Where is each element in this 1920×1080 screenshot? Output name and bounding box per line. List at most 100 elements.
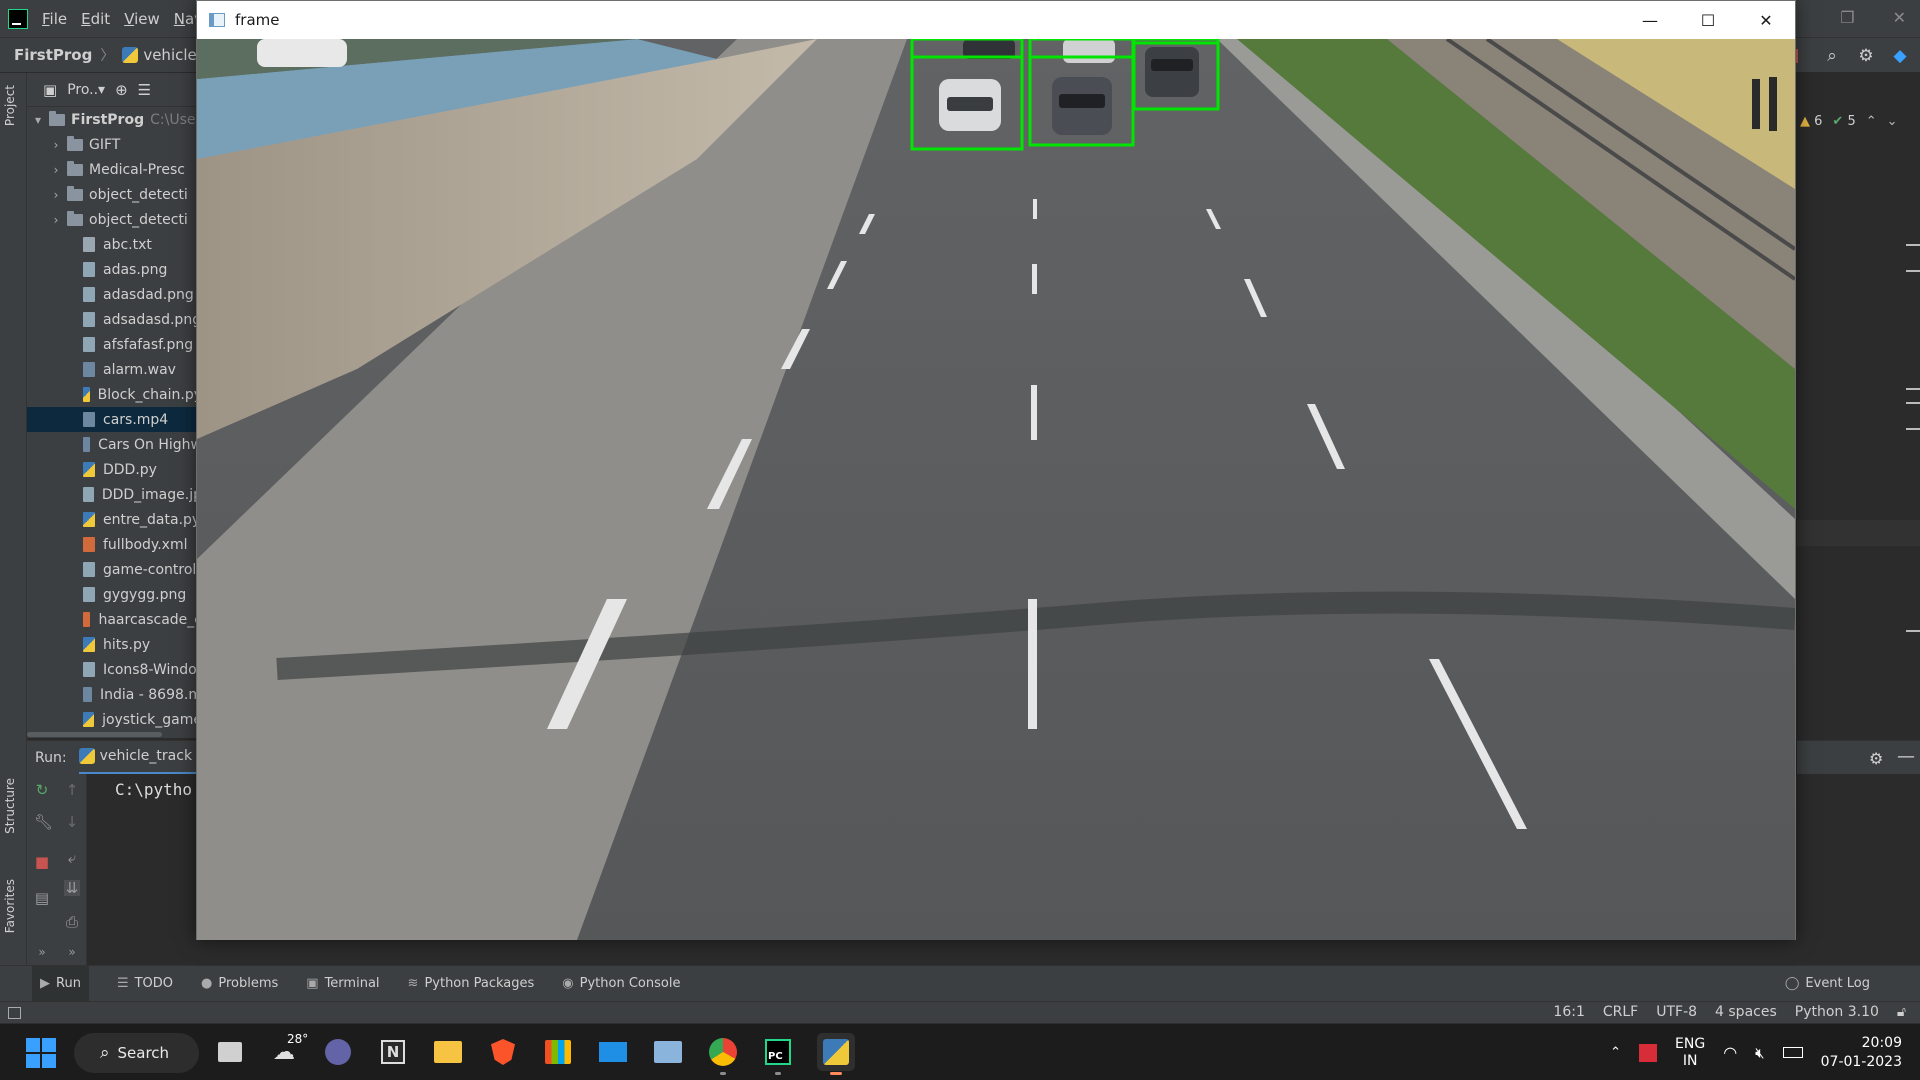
tree-folder[interactable]: › object_detecti	[27, 207, 202, 232]
tree-file[interactable]: abc.txt	[27, 232, 202, 257]
expanded-chevron-icon[interactable]: ▾	[31, 113, 45, 127]
caret-position[interactable]: 16:1	[1553, 1004, 1584, 1020]
windows-start-icon[interactable]	[26, 1038, 56, 1068]
ms-store-icon[interactable]	[542, 1036, 574, 1068]
soft-wrap-icon[interactable]: ⤶	[64, 850, 80, 866]
breadcrumb-project[interactable]: FirstProg	[14, 46, 92, 64]
battery-icon[interactable]	[1782, 1047, 1803, 1058]
line-separator[interactable]: CRLF	[1603, 1004, 1638, 1020]
wifi-icon[interactable]: ◠	[1723, 1043, 1737, 1062]
lock-icon[interactable]: 🔓︎	[1897, 1004, 1906, 1020]
python-interpreter[interactable]: Python 3.10	[1795, 1004, 1879, 1020]
wrench-icon[interactable]: 🔧︎	[34, 814, 53, 830]
print-icon[interactable]: ⎙	[64, 914, 80, 930]
photos-icon[interactable]	[652, 1036, 684, 1068]
tool-python-packages-tab[interactable]: ≋ Python Packages	[408, 966, 535, 1002]
menu-file[interactable]: File	[42, 10, 67, 28]
taskbar-search-button[interactable]: ⌕ Search	[74, 1033, 199, 1073]
tree-file[interactable]: adas.png	[27, 257, 202, 282]
pycharm-taskbar-icon[interactable]: PC	[762, 1036, 794, 1068]
tool-run-tab[interactable]: ▶ Run	[32, 965, 89, 1002]
hide-panel-icon[interactable]: —	[1897, 746, 1915, 767]
tree-file[interactable]: fullbody.xml	[27, 532, 202, 557]
chevron-right-icon[interactable]: ›	[49, 163, 63, 177]
collapse-all-icon[interactable]: ☰	[138, 81, 151, 99]
clock[interactable]: 20:09 07-01-2023	[1821, 1034, 1902, 1072]
tree-file[interactable]: Icons8-Windo	[27, 657, 202, 682]
stop-icon[interactable]: ■	[34, 854, 50, 870]
tree-file[interactable]: Block_chain.py	[27, 382, 202, 407]
tree-file[interactable]: adasdad.png	[27, 282, 202, 307]
project-horizontal-scrollbar[interactable]	[27, 730, 202, 738]
brave-browser-icon[interactable]	[487, 1036, 519, 1068]
tree-file[interactable]: cars.mp4	[27, 407, 202, 432]
tree-file[interactable]: joystick_game	[27, 707, 202, 732]
stripe-mark[interactable]	[1906, 402, 1920, 404]
frame-title-bar[interactable]: frame — ☐ ✕	[197, 1, 1795, 39]
tree-folder[interactable]: › GIFT	[27, 132, 202, 157]
run-settings-gear-icon[interactable]: ⚙	[1869, 749, 1883, 768]
run-config-tab[interactable]: vehicle_track	[78, 741, 203, 775]
chevron-down-icon[interactable]: ⌄	[1887, 114, 1898, 129]
menu-view[interactable]: View	[124, 10, 160, 28]
maximize-icon[interactable]: ☐	[1679, 1, 1737, 39]
chevron-up-icon[interactable]: ⌃	[1866, 114, 1877, 129]
tree-file[interactable]: game-control	[27, 557, 202, 582]
chevron-right-icon[interactable]: ›	[49, 213, 63, 227]
app-tray-icon[interactable]	[1639, 1043, 1658, 1062]
tree-file[interactable]: hits.py	[27, 632, 202, 657]
menu-edit[interactable]: Edit	[81, 10, 110, 28]
favorites-vertical-tab[interactable]: Favorites	[3, 879, 17, 933]
input-language-indicator[interactable]: ENG IN	[1675, 1036, 1705, 1070]
tree-file[interactable]: entre_data.py	[27, 507, 202, 532]
warning-counter[interactable]: ▲ 6	[1800, 114, 1822, 129]
scroll-down-icon[interactable]: ↓	[64, 814, 80, 830]
tree-file[interactable]: haarcascade_c	[27, 607, 202, 632]
tree-file[interactable]: India - 8698.m	[27, 682, 202, 707]
tool-python-console-tab[interactable]: ◉ Python Console	[562, 966, 680, 1002]
inspection-widget[interactable]: ▲ 6 ✔ 5 ⌃ ⌄	[1800, 114, 1898, 129]
rerun-icon[interactable]: ↻	[34, 782, 50, 798]
toggle-tool-windows-icon[interactable]	[8, 1006, 21, 1019]
tree-folder[interactable]: › Medical-Presc	[27, 157, 202, 182]
task-view-icon[interactable]	[214, 1036, 246, 1068]
teams-chat-icon[interactable]	[322, 1036, 354, 1068]
tree-file[interactable]: adsadasd.png	[27, 307, 202, 332]
scroll-up-icon[interactable]: ↑	[64, 782, 80, 798]
stripe-mark[interactable]	[1906, 428, 1920, 430]
locate-file-icon[interactable]: ⊕	[115, 81, 128, 99]
tree-file[interactable]: Cars On Highw	[27, 432, 202, 457]
indent-setting[interactable]: 4 spaces	[1715, 1004, 1777, 1020]
event-log-button[interactable]: ◯ Event Log	[1785, 976, 1870, 991]
stripe-mark[interactable]	[1906, 270, 1920, 272]
tree-folder[interactable]: › object_detecti	[27, 182, 202, 207]
stripe-mark[interactable]	[1906, 630, 1920, 632]
tree-file[interactable]: gygygg.png	[27, 582, 202, 607]
speaker-muted-icon[interactable]: 🔇︎	[1755, 1044, 1764, 1062]
file-explorer-icon[interactable]	[432, 1036, 464, 1068]
python-taskbar-icon[interactable]	[817, 1033, 855, 1071]
stripe-mark[interactable]	[1906, 388, 1920, 390]
settings-gear-icon[interactable]: ⚙	[1856, 46, 1876, 66]
chrome-icon[interactable]	[707, 1036, 739, 1068]
tree-file[interactable]: DDD.py	[27, 457, 202, 482]
plugin-logo-icon[interactable]: ◆	[1890, 46, 1910, 66]
file-encoding[interactable]: UTF-8	[1656, 1004, 1697, 1020]
tree-file[interactable]: alarm.wav	[27, 357, 202, 382]
tree-root[interactable]: ▾ FirstProg C:\Use	[27, 107, 202, 132]
passed-counter[interactable]: ✔ 5	[1832, 114, 1855, 129]
minimize-icon[interactable]: —	[1621, 1, 1679, 39]
structure-vertical-tab[interactable]: Structure	[3, 778, 17, 834]
more-icon[interactable]: »	[64, 944, 80, 960]
tree-file[interactable]: DDD_image.jp	[27, 482, 202, 507]
more-icon[interactable]: »	[34, 944, 50, 960]
scroll-to-end-icon[interactable]: ⇊	[64, 880, 80, 896]
show-hidden-icons-chevron-icon[interactable]: ⌃	[1610, 1045, 1621, 1060]
tree-file[interactable]: afsfafasf.png	[27, 332, 202, 357]
tool-todo-tab[interactable]: ☰ TODO	[117, 966, 173, 1002]
ide-restore-icon[interactable]: ❐	[1840, 8, 1854, 27]
mail-icon[interactable]	[597, 1036, 629, 1068]
tool-terminal-tab[interactable]: ▣ Terminal	[306, 966, 379, 1002]
chevron-right-icon[interactable]: ›	[49, 138, 63, 152]
notion-icon[interactable]: N	[377, 1036, 409, 1068]
